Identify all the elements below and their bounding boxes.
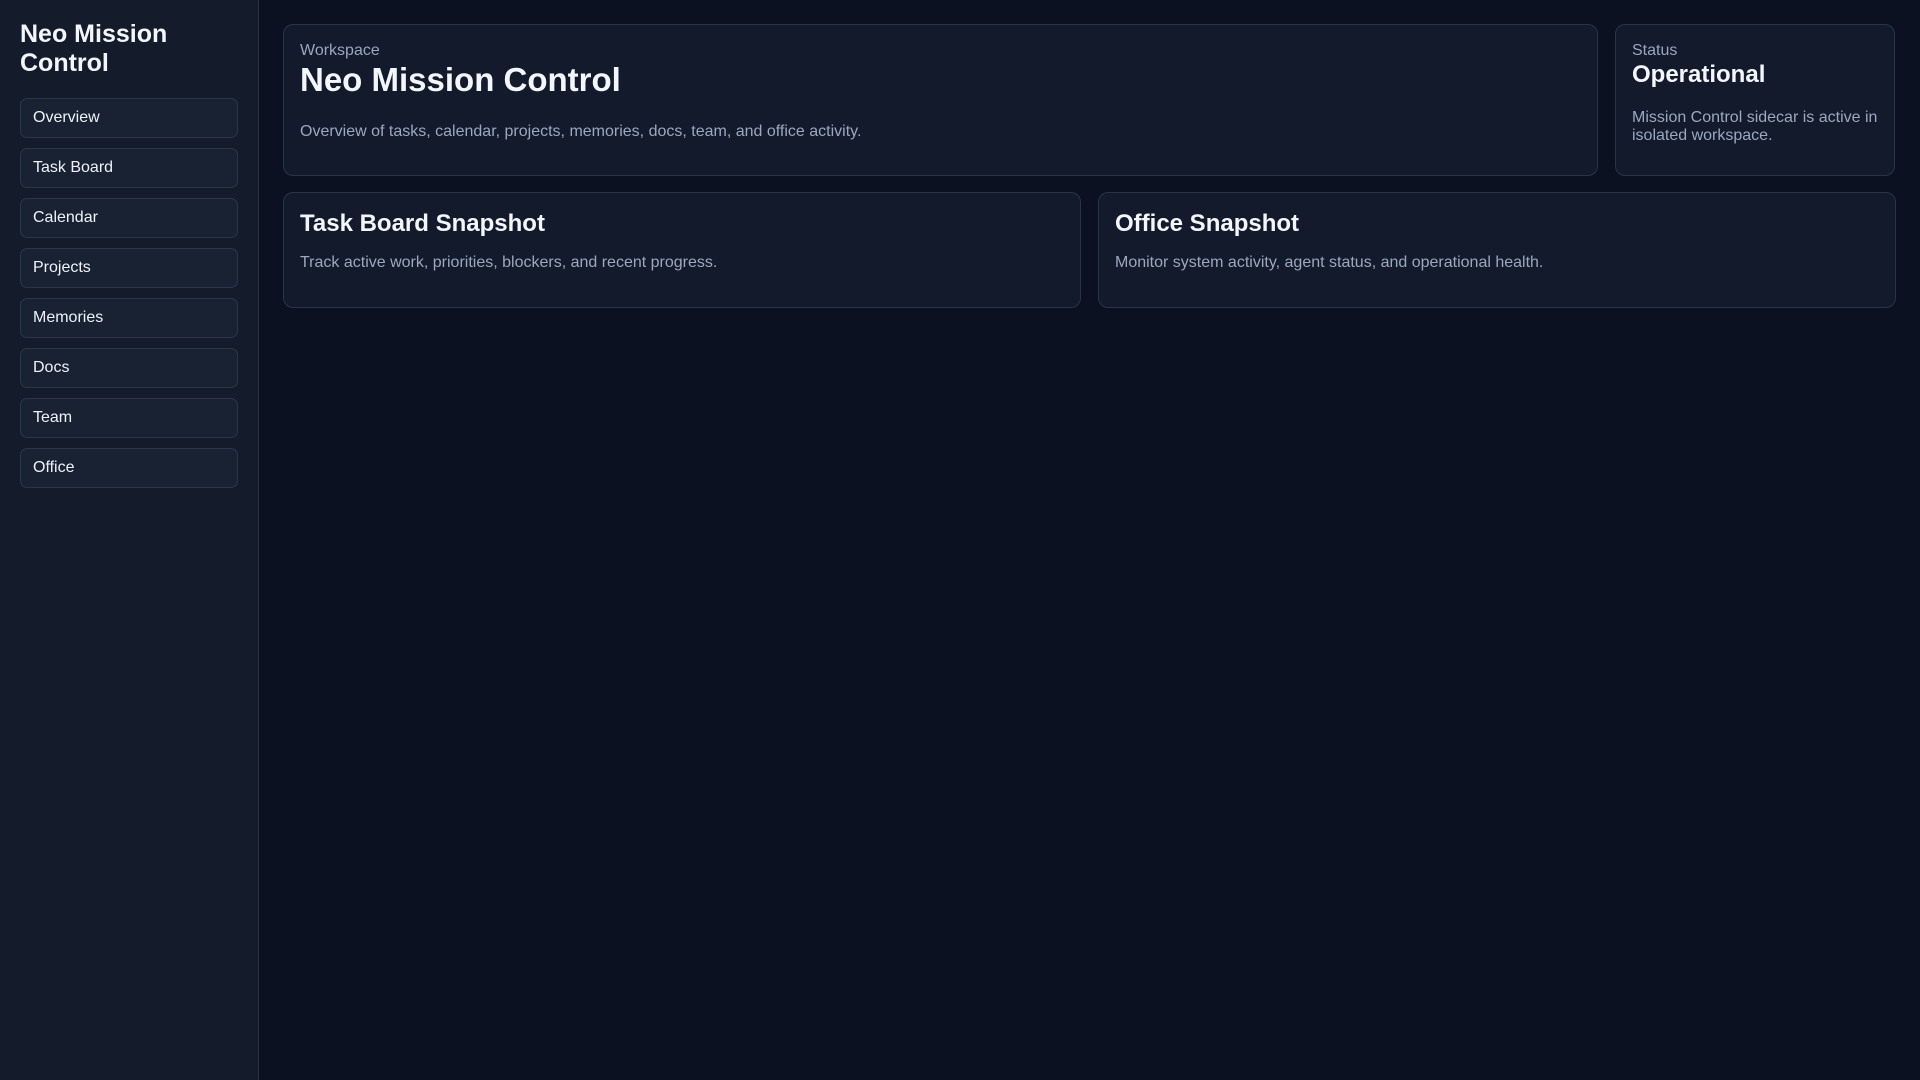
snapshot-row: Task Board Snapshot Track active work, p… bbox=[283, 192, 1896, 308]
status-card: Status Operational Mission Control sidec… bbox=[1615, 24, 1895, 176]
app-shell: Neo Mission Control Overview Task Board … bbox=[0, 0, 1920, 1080]
workspace-card: Workspace Neo Mission Control Overview o… bbox=[283, 24, 1598, 176]
top-row: Workspace Neo Mission Control Overview o… bbox=[283, 24, 1896, 176]
sidebar-item-projects[interactable]: Projects bbox=[20, 248, 238, 288]
office-snapshot-title: Office Snapshot bbox=[1115, 210, 1300, 237]
sidebar-item-docs[interactable]: Docs bbox=[20, 348, 238, 388]
office-snapshot-description: Monitor system activity, agent status, a… bbox=[1115, 254, 1544, 271]
sidebar: Neo Mission Control Overview Task Board … bbox=[0, 0, 259, 1080]
sidebar-item-task-board[interactable]: Task Board bbox=[20, 148, 238, 188]
sidebar-brand: Neo Mission Control bbox=[20, 20, 168, 77]
task-board-snapshot-card: Task Board Snapshot Track active work, p… bbox=[283, 192, 1081, 308]
status-description: Mission Control sidecar is active in iso… bbox=[1632, 109, 1878, 144]
office-snapshot-card: Office Snapshot Monitor system activity,… bbox=[1098, 192, 1896, 308]
main-content: Workspace Neo Mission Control Overview o… bbox=[259, 0, 1920, 1080]
sidebar-nav: Overview Task Board Calendar Projects Me… bbox=[20, 98, 238, 488]
sidebar-item-memories[interactable]: Memories bbox=[20, 298, 238, 338]
sidebar-item-office[interactable]: Office bbox=[20, 448, 238, 488]
sidebar-item-overview[interactable]: Overview bbox=[20, 98, 238, 138]
page-title: Neo Mission Control bbox=[300, 61, 621, 98]
status-value: Operational bbox=[1632, 61, 1766, 88]
workspace-description: Overview of tasks, calendar, projects, m… bbox=[300, 123, 862, 140]
task-board-snapshot-title: Task Board Snapshot bbox=[300, 210, 545, 237]
sidebar-item-calendar[interactable]: Calendar bbox=[20, 198, 238, 238]
task-board-snapshot-description: Track active work, priorities, blockers,… bbox=[300, 254, 718, 271]
status-eyebrow: Status bbox=[1632, 42, 1678, 59]
sidebar-item-team[interactable]: Team bbox=[20, 398, 238, 438]
workspace-eyebrow: Workspace bbox=[300, 42, 380, 59]
